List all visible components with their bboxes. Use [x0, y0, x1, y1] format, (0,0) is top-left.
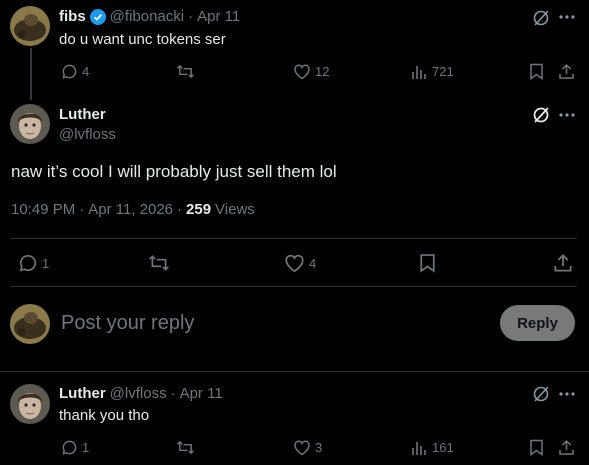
avatar-fibs[interactable] — [10, 6, 50, 46]
divider — [0, 371, 589, 372]
more-icon[interactable] — [559, 112, 575, 118]
more-icon[interactable] — [559, 14, 575, 20]
tweet3-author-name[interactable]: Luther — [59, 385, 106, 402]
separator-dot: · — [79, 201, 85, 218]
main-date[interactable]: Apr 11, 2026 — [88, 201, 173, 218]
views-count: 721 — [432, 64, 454, 79]
avatar-luther[interactable] — [10, 104, 50, 144]
repost-icon — [176, 439, 195, 456]
share-icon — [553, 253, 573, 273]
main-like-button[interactable]: 4 — [284, 253, 316, 273]
reply-count: 4 — [82, 64, 90, 79]
tweet3-handle[interactable]: @lvfloss — [110, 385, 167, 402]
avatar-luther[interactable] — [10, 384, 50, 424]
grok-icon[interactable] — [532, 106, 550, 124]
reply-count: 1 — [82, 440, 90, 455]
reply-submit-button[interactable]: Reply — [500, 305, 575, 341]
tweet3-like-button[interactable]: 3 — [293, 439, 322, 456]
reply-icon — [61, 439, 78, 456]
tweet1-author-name[interactable]: fibs — [59, 8, 86, 25]
heart-icon — [284, 253, 305, 273]
more-icon[interactable] — [559, 391, 575, 397]
reply-icon — [18, 253, 38, 273]
like-count: 4 — [309, 255, 317, 271]
grok-icon[interactable] — [532, 385, 550, 403]
tweet3-reply-button[interactable]: 1 — [61, 439, 89, 456]
divider — [11, 286, 577, 287]
main-author-name[interactable]: Luther — [59, 106, 106, 123]
repost-icon — [176, 63, 195, 80]
separator-dot: · — [177, 201, 183, 218]
views-icon — [411, 439, 428, 456]
verified-badge-icon — [89, 8, 106, 25]
grok-icon[interactable] — [532, 9, 550, 27]
tweet1-date[interactable]: Apr 11 — [197, 8, 240, 25]
tweet1-reply-button[interactable]: 4 — [61, 63, 89, 80]
heart-icon — [293, 63, 311, 80]
main-share-button[interactable] — [553, 253, 573, 273]
tweet1-repost-button[interactable] — [176, 63, 195, 80]
reply-input[interactable]: Post your reply — [61, 312, 194, 335]
separator-dot: · — [188, 8, 194, 25]
tweet3-date[interactable]: Apr 11 — [180, 385, 223, 402]
main-bookmark-button[interactable] — [419, 253, 436, 273]
tweet1-views-button[interactable]: 721 — [411, 63, 454, 80]
share-icon — [558, 63, 575, 80]
separator-dot: · — [170, 385, 176, 402]
tweet1-handle[interactable]: @fibonacki — [110, 8, 184, 25]
repost-icon — [148, 253, 170, 273]
bookmark-icon — [529, 439, 544, 456]
main-views-label: Views — [215, 201, 255, 218]
main-author-handle[interactable]: @lvfloss — [59, 126, 116, 143]
tweet3-repost-button[interactable] — [176, 439, 195, 456]
tweet3-text: thank you tho — [59, 407, 150, 424]
tweet1-header: fibs @fibonacki · Apr 11 — [59, 8, 240, 25]
main-views-count: 259 — [186, 201, 212, 218]
heart-icon — [293, 439, 311, 456]
main-reply-button[interactable]: 1 — [18, 253, 49, 273]
bookmark-icon — [529, 63, 544, 80]
tweet1-text: do u want unc tokens ser — [59, 31, 226, 48]
tweet3-bookmark-button[interactable] — [529, 439, 544, 456]
views-count: 161 — [432, 440, 454, 455]
bookmark-icon — [419, 253, 436, 273]
tweet3-views-button[interactable]: 161 — [411, 439, 454, 456]
reply-count: 1 — [42, 255, 50, 271]
thread-line — [30, 48, 32, 100]
reply-icon — [61, 63, 78, 80]
tweet1-like-button[interactable]: 12 — [293, 63, 329, 80]
views-icon — [411, 63, 428, 80]
divider — [11, 238, 577, 239]
tweet1-bookmark-button[interactable] — [529, 63, 544, 80]
like-count: 3 — [315, 440, 323, 455]
main-time[interactable]: 10:49 PM — [11, 201, 75, 218]
tweet3-share-button[interactable] — [558, 439, 575, 456]
share-icon — [558, 439, 575, 456]
main-tweet-text: naw it’s cool I will probably just sell … — [11, 162, 337, 181]
tweet1-share-button[interactable] — [558, 63, 575, 80]
main-meta: 10:49 PM · Apr 11, 2026 · 259 Views — [11, 201, 255, 218]
tweet3-header: Luther @lvfloss · Apr 11 — [59, 385, 223, 402]
avatar-current-user — [10, 304, 50, 344]
main-repost-button[interactable] — [148, 253, 170, 273]
like-count: 12 — [315, 64, 330, 79]
